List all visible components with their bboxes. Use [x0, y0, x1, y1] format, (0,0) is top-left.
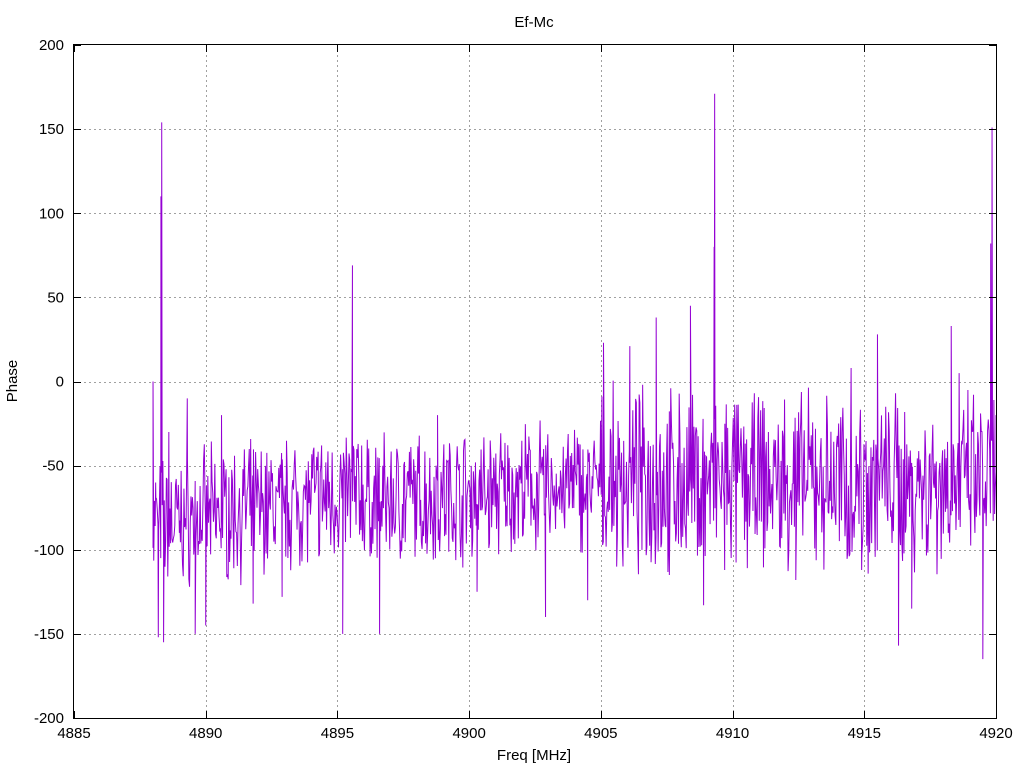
x-tick-label: 4915 [848, 725, 881, 742]
y-tick-label: 100 [39, 205, 64, 222]
y-tick-label: -50 [42, 458, 64, 475]
x-tick-label: 4910 [716, 725, 749, 742]
x-tick-label: 4885 [57, 725, 90, 742]
y-tick-label: -100 [34, 542, 64, 559]
grid-lines [74, 45, 996, 718]
plot-frame [73, 44, 997, 719]
y-axis-label: Phase [4, 360, 21, 403]
x-tick-label: 4905 [584, 725, 617, 742]
y-tick-label: 200 [39, 37, 64, 54]
x-tick-label: 4895 [321, 725, 354, 742]
y-tick-label: 0 [56, 374, 64, 391]
x-axis-label: Freq [MHz] [497, 747, 571, 764]
phase-chart: Ef-Mc 4885 4890 4895 4900 4905 4910 4915 4920 -2… [4, 14, 1013, 764]
axis-ticks: 4885 4890 4895 4900 4905 4910 4915 4920 -200 -150… [34, 37, 1013, 742]
x-tick-label: 4890 [189, 725, 222, 742]
x-tick-label: 4900 [452, 725, 485, 742]
chart-title: Ef-Mc [514, 14, 554, 31]
phase-series-line [152, 93, 997, 660]
series-layer [152, 93, 997, 660]
x-tick-label: 4920 [979, 725, 1012, 742]
y-tick-label: 50 [47, 289, 64, 306]
y-tick-label: -150 [34, 626, 64, 643]
y-tick-label: 150 [39, 121, 64, 138]
y-tick-label: -200 [34, 710, 64, 727]
